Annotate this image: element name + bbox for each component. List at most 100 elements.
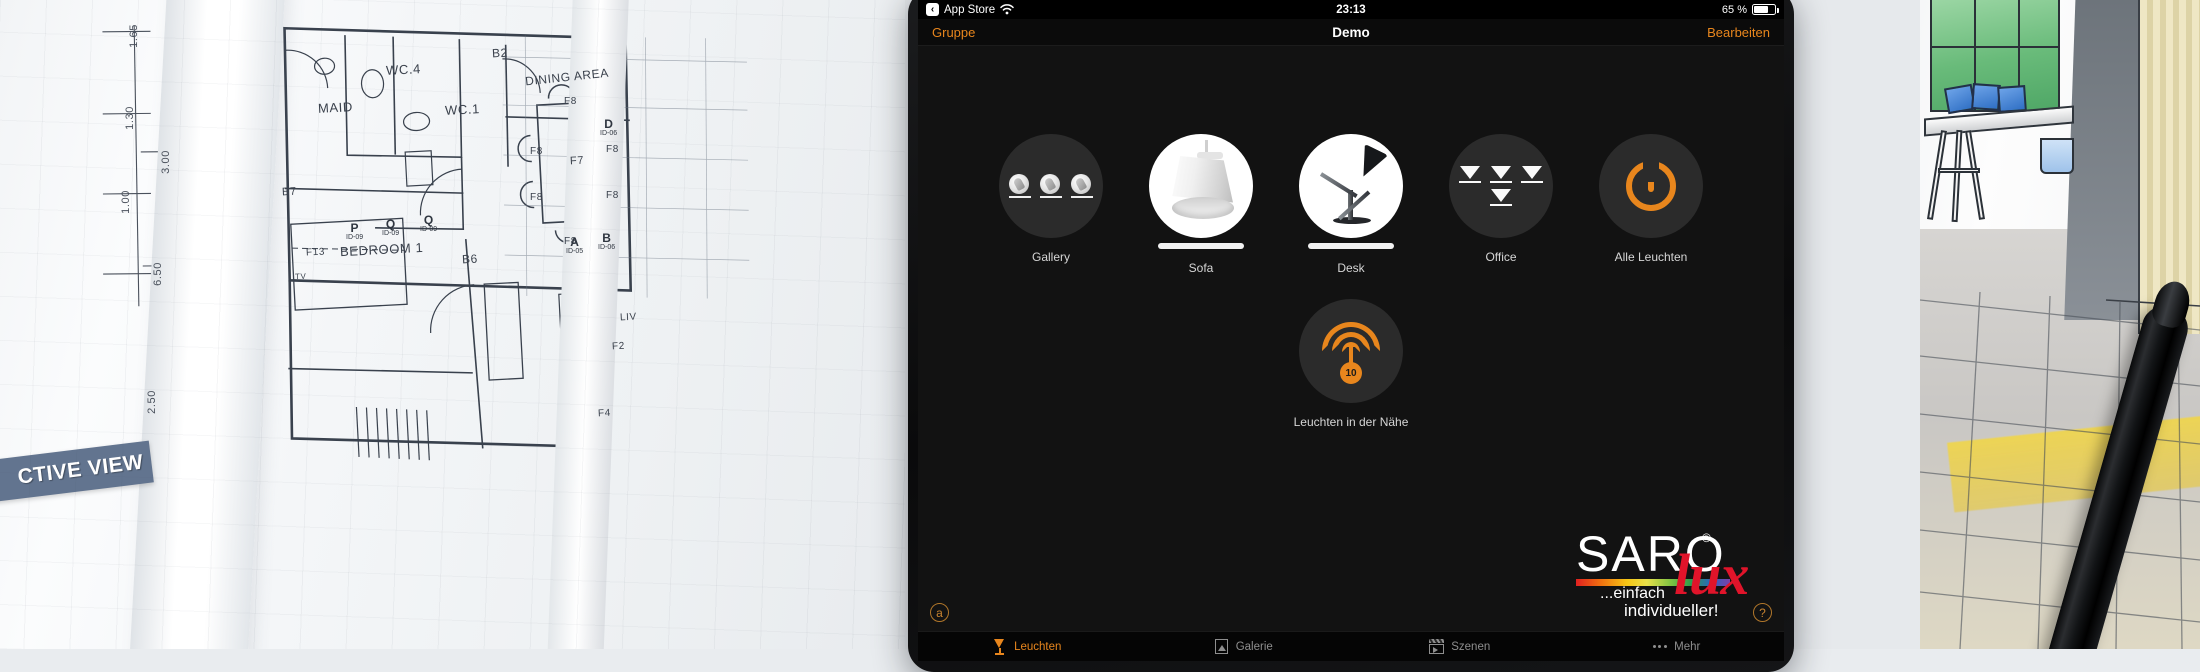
- blueprint-chair-label: F8: [606, 190, 619, 201]
- blueprint-label-b7: B7: [282, 186, 297, 199]
- blueprint-label-f7: F7: [570, 155, 585, 168]
- tab-label-szenen: Szenen: [1451, 641, 1490, 653]
- logo-tagline-line2: individueller!: [1624, 601, 1719, 621]
- group-tile-office[interactable]: Office: [1445, 134, 1557, 264]
- fixture-tag-id: ID-05: [566, 248, 583, 255]
- status-bar-right: 65 %: [1722, 4, 1776, 16]
- tab-label-mehr: Mehr: [1674, 641, 1700, 653]
- three-bulbs-icon: [1009, 174, 1093, 198]
- help-icon[interactable]: ?: [1753, 603, 1772, 622]
- blueprint-dimension-2: 1.30: [124, 106, 136, 130]
- blueprint-label-b6: B6: [462, 252, 479, 267]
- blueprint-label-liv: LIV: [620, 312, 637, 324]
- power-icon: [1626, 161, 1676, 211]
- blueprint-chair-label: F8: [606, 144, 619, 155]
- fixture-tag-id: ID-09: [420, 226, 437, 233]
- blueprint-dimension-6: 2.50: [146, 390, 158, 414]
- group-icon-sofa[interactable]: [1149, 134, 1253, 238]
- blueprint-sheet-left: MAID WC.4 WC.1 B2 B7 B6 DINING AREA BEDR…: [0, 0, 905, 649]
- blueprint-dimension-4: 3.00: [160, 150, 172, 174]
- group-icon-office[interactable]: [1449, 134, 1553, 238]
- blueprint-label-f4: F4: [598, 408, 611, 420]
- tab-label-leuchten: Leuchten: [1014, 641, 1061, 653]
- blueprint-label-dining-area: DINING AREA: [524, 66, 609, 89]
- fixture-tag-id: ID-09: [346, 234, 363, 241]
- tab-szenen[interactable]: Szenen: [1351, 638, 1568, 655]
- group-label-gallery: Gallery: [995, 250, 1107, 264]
- page-title: Demo: [918, 25, 1784, 40]
- group-tile-desk[interactable]: Desk: [1295, 134, 1407, 275]
- fixture-tag-a: A ID-05: [566, 236, 583, 255]
- blueprint-label-bedroom1: BEDROOM 1: [340, 240, 424, 259]
- fixture-tag-letter: B: [598, 232, 615, 244]
- group-label-nearby: Leuchten in der Nähe: [1271, 415, 1431, 429]
- blueprint-dimension-3: 1.00: [120, 190, 132, 214]
- tablet-screen: ‹ App Store 23:13 65 % Gruppe Demo: [918, 0, 1784, 661]
- tab-mehr[interactable]: Mehr: [1568, 638, 1785, 655]
- pendant-row-bottom: [1490, 189, 1512, 206]
- tab-bar: Leuchten Galerie Szenen: [918, 631, 1784, 661]
- group-icon-alle-leuchten[interactable]: [1599, 134, 1703, 238]
- blueprint-chair-label: F8: [530, 146, 543, 157]
- picture-frame-icon: [1213, 638, 1230, 655]
- fixture-tag-id: ID-09: [382, 230, 399, 237]
- saro-lux-logo: SARO ® lux ...einfach individueller!: [1570, 523, 1770, 615]
- fixture-tag-q2: Q ID-09: [420, 214, 437, 233]
- paper-edge-1: [127, 0, 286, 649]
- group-tile-alle-leuchten[interactable]: Alle Leuchten: [1595, 134, 1707, 264]
- logo-accent-word: lux: [1674, 541, 1748, 608]
- group-icon-gallery[interactable]: [999, 134, 1103, 238]
- blueprint-label-f13: F13: [306, 247, 326, 259]
- status-bar: ‹ App Store 23:13 65 %: [918, 0, 1784, 19]
- tab-leuchten[interactable]: Leuchten: [918, 638, 1135, 655]
- nearby-count-badge: 10: [1340, 362, 1362, 384]
- fixture-tag-q1: Q ID-09: [382, 218, 399, 237]
- group-icon-nearby[interactable]: 10: [1299, 299, 1403, 403]
- ellipsis-icon: [1651, 638, 1668, 655]
- bulb-glyph: [1071, 174, 1093, 198]
- group-label-sofa: Sofa: [1145, 261, 1257, 275]
- dimmer-slider-sofa[interactable]: [1158, 243, 1244, 249]
- blueprint-dimension-1: 1.65: [128, 24, 140, 48]
- table-lamp-icon: [991, 638, 1008, 655]
- wifi-icon: [1000, 4, 1014, 15]
- group-label-office: Office: [1445, 250, 1557, 264]
- blueprint-chair-label: F8: [564, 96, 577, 107]
- broadcast-icon: 10: [1319, 320, 1383, 382]
- pendant-glyph: [1490, 189, 1512, 206]
- blueprint-label-wc1: WC.1: [445, 101, 481, 118]
- tablet-device: ‹ App Store 23:13 65 % Gruppe Demo: [908, 0, 1794, 672]
- fixture-tag-p: P ID-09: [346, 222, 363, 241]
- fixture-tag-letter: Q: [382, 218, 399, 230]
- back-chevron-icon[interactable]: ‹: [926, 3, 939, 16]
- group-tile-gallery[interactable]: Gallery: [995, 134, 1107, 264]
- bulb-glyph: [1040, 174, 1062, 198]
- fixture-tag-letter: P: [346, 222, 363, 234]
- navigation-bar: Gruppe Demo Bearbeiten: [918, 19, 1784, 46]
- status-bar-left[interactable]: ‹ App Store: [926, 3, 1014, 16]
- group-tile-sofa[interactable]: Sofa: [1145, 134, 1257, 275]
- fixture-tag-id: ID-06: [598, 244, 615, 251]
- status-back-app-label[interactable]: App Store: [944, 4, 995, 16]
- tab-galerie[interactable]: Galerie: [1135, 638, 1352, 655]
- dimmer-slider-desk[interactable]: [1308, 243, 1394, 249]
- about-icon[interactable]: a: [930, 603, 949, 622]
- group-label-alle-leuchten: Alle Leuchten: [1595, 250, 1707, 264]
- paper-edge-2: [545, 0, 631, 649]
- pendant-shade-photo: [1149, 134, 1253, 238]
- group-tile-nearby[interactable]: 10 Leuchten in der Nähe: [1271, 299, 1431, 429]
- group-label-desk: Desk: [1295, 261, 1407, 275]
- rendering-sheet-right: 1.00: [1920, 0, 2200, 649]
- group-tiles-row-1: Gallery Sofa: [918, 46, 1784, 275]
- perspective-view-label: CTIVE VIEW: [16, 450, 144, 489]
- pendant-glyph: [1459, 166, 1481, 183]
- four-pendants-icon: [1459, 166, 1543, 206]
- group-icon-desk[interactable]: [1299, 134, 1403, 238]
- pendant-row-top: [1459, 166, 1543, 183]
- fixture-tag-b: B ID-06: [598, 232, 615, 251]
- battery-icon: [1752, 4, 1776, 15]
- battery-percent-label: 65 %: [1722, 4, 1747, 16]
- fixture-tag-d: D ID-06: [600, 118, 617, 137]
- group-tiles-row-2: 10 Leuchten in der Nähe: [918, 275, 1784, 429]
- desk-lamp-photo: [1299, 134, 1403, 238]
